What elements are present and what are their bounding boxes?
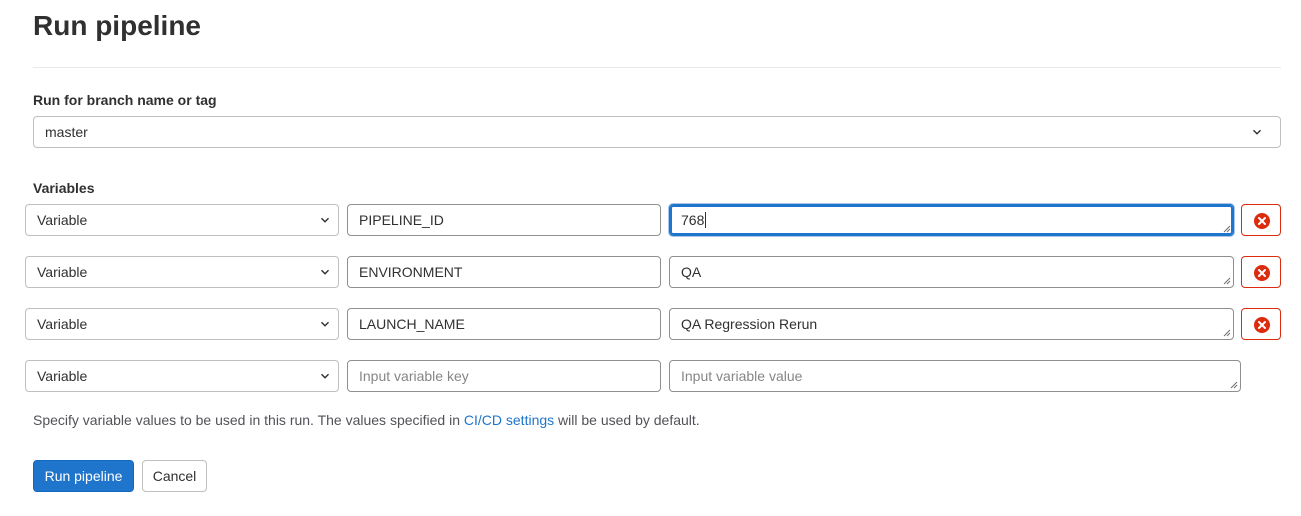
text-caret <box>705 212 707 228</box>
variable-value-placeholder: Input variable value <box>681 368 803 384</box>
variable-value-input[interactable]: Input variable value <box>669 360 1241 392</box>
help-text-after: will be used by default. <box>554 412 700 428</box>
variable-type-select[interactable]: Variable <box>25 204 339 236</box>
variable-value-text: QA <box>681 264 702 280</box>
chevron-down-icon <box>321 217 329 223</box>
divider <box>33 67 1281 68</box>
variable-type-select[interactable]: Variable <box>25 360 339 392</box>
variables-label: Variables <box>33 180 95 196</box>
branch-select-value: master <box>45 124 88 140</box>
remove-circle-icon <box>1254 265 1270 281</box>
variable-value-input[interactable]: QA Regression Rerun <box>669 308 1234 340</box>
chevron-down-icon <box>321 321 329 327</box>
variable-type-select[interactable]: Variable <box>25 308 339 340</box>
remove-variable-button[interactable] <box>1241 256 1281 288</box>
remove-variable-button[interactable] <box>1241 308 1281 340</box>
chevron-down-icon <box>1253 129 1261 135</box>
resize-handle-icon[interactable] <box>1223 329 1231 337</box>
variable-key-input[interactable]: ENVIRONMENT <box>347 256 661 288</box>
page-title: Run pipeline <box>33 10 201 41</box>
variable-type-value: Variable <box>37 316 88 332</box>
variable-type-value: Variable <box>37 368 88 384</box>
variable-value-input[interactable]: QA <box>669 256 1234 288</box>
cancel-button[interactable]: Cancel <box>142 460 207 492</box>
variable-key-input[interactable]: LAUNCH_NAME <box>347 308 661 340</box>
variable-key-input[interactable]: PIPELINE_ID <box>347 204 661 236</box>
variable-type-value: Variable <box>37 212 88 228</box>
cicd-settings-link[interactable]: CI/CD settings <box>464 412 554 428</box>
variable-value-input[interactable]: 768 <box>669 204 1234 236</box>
variable-type-select[interactable]: Variable <box>25 256 339 288</box>
resize-handle-icon[interactable] <box>1223 225 1231 233</box>
variable-key-text: LAUNCH_NAME <box>359 316 465 332</box>
remove-circle-icon <box>1254 317 1270 333</box>
variable-key-text: ENVIRONMENT <box>359 264 463 280</box>
variable-value-text: QA Regression Rerun <box>681 316 818 332</box>
chevron-down-icon <box>321 269 329 275</box>
variable-key-input[interactable]: Input variable key <box>347 360 661 392</box>
variable-type-value: Variable <box>37 264 88 280</box>
variable-key-text: PIPELINE_ID <box>359 212 444 228</box>
branch-label: Run for branch name or tag <box>33 92 217 108</box>
chevron-down-icon <box>321 373 329 379</box>
remove-circle-icon <box>1254 213 1270 229</box>
branch-select[interactable]: master <box>33 116 1281 148</box>
remove-variable-button[interactable] <box>1241 204 1281 236</box>
run-pipeline-button[interactable]: Run pipeline <box>33 460 134 492</box>
help-text-before: Specify variable values to be used in th… <box>33 412 464 428</box>
variables-help-text: Specify variable values to be used in th… <box>33 411 700 429</box>
resize-handle-icon[interactable] <box>1230 381 1238 389</box>
variable-key-placeholder: Input variable key <box>359 368 469 384</box>
variable-value-text: 768 <box>681 212 705 228</box>
resize-handle-icon[interactable] <box>1223 277 1231 285</box>
